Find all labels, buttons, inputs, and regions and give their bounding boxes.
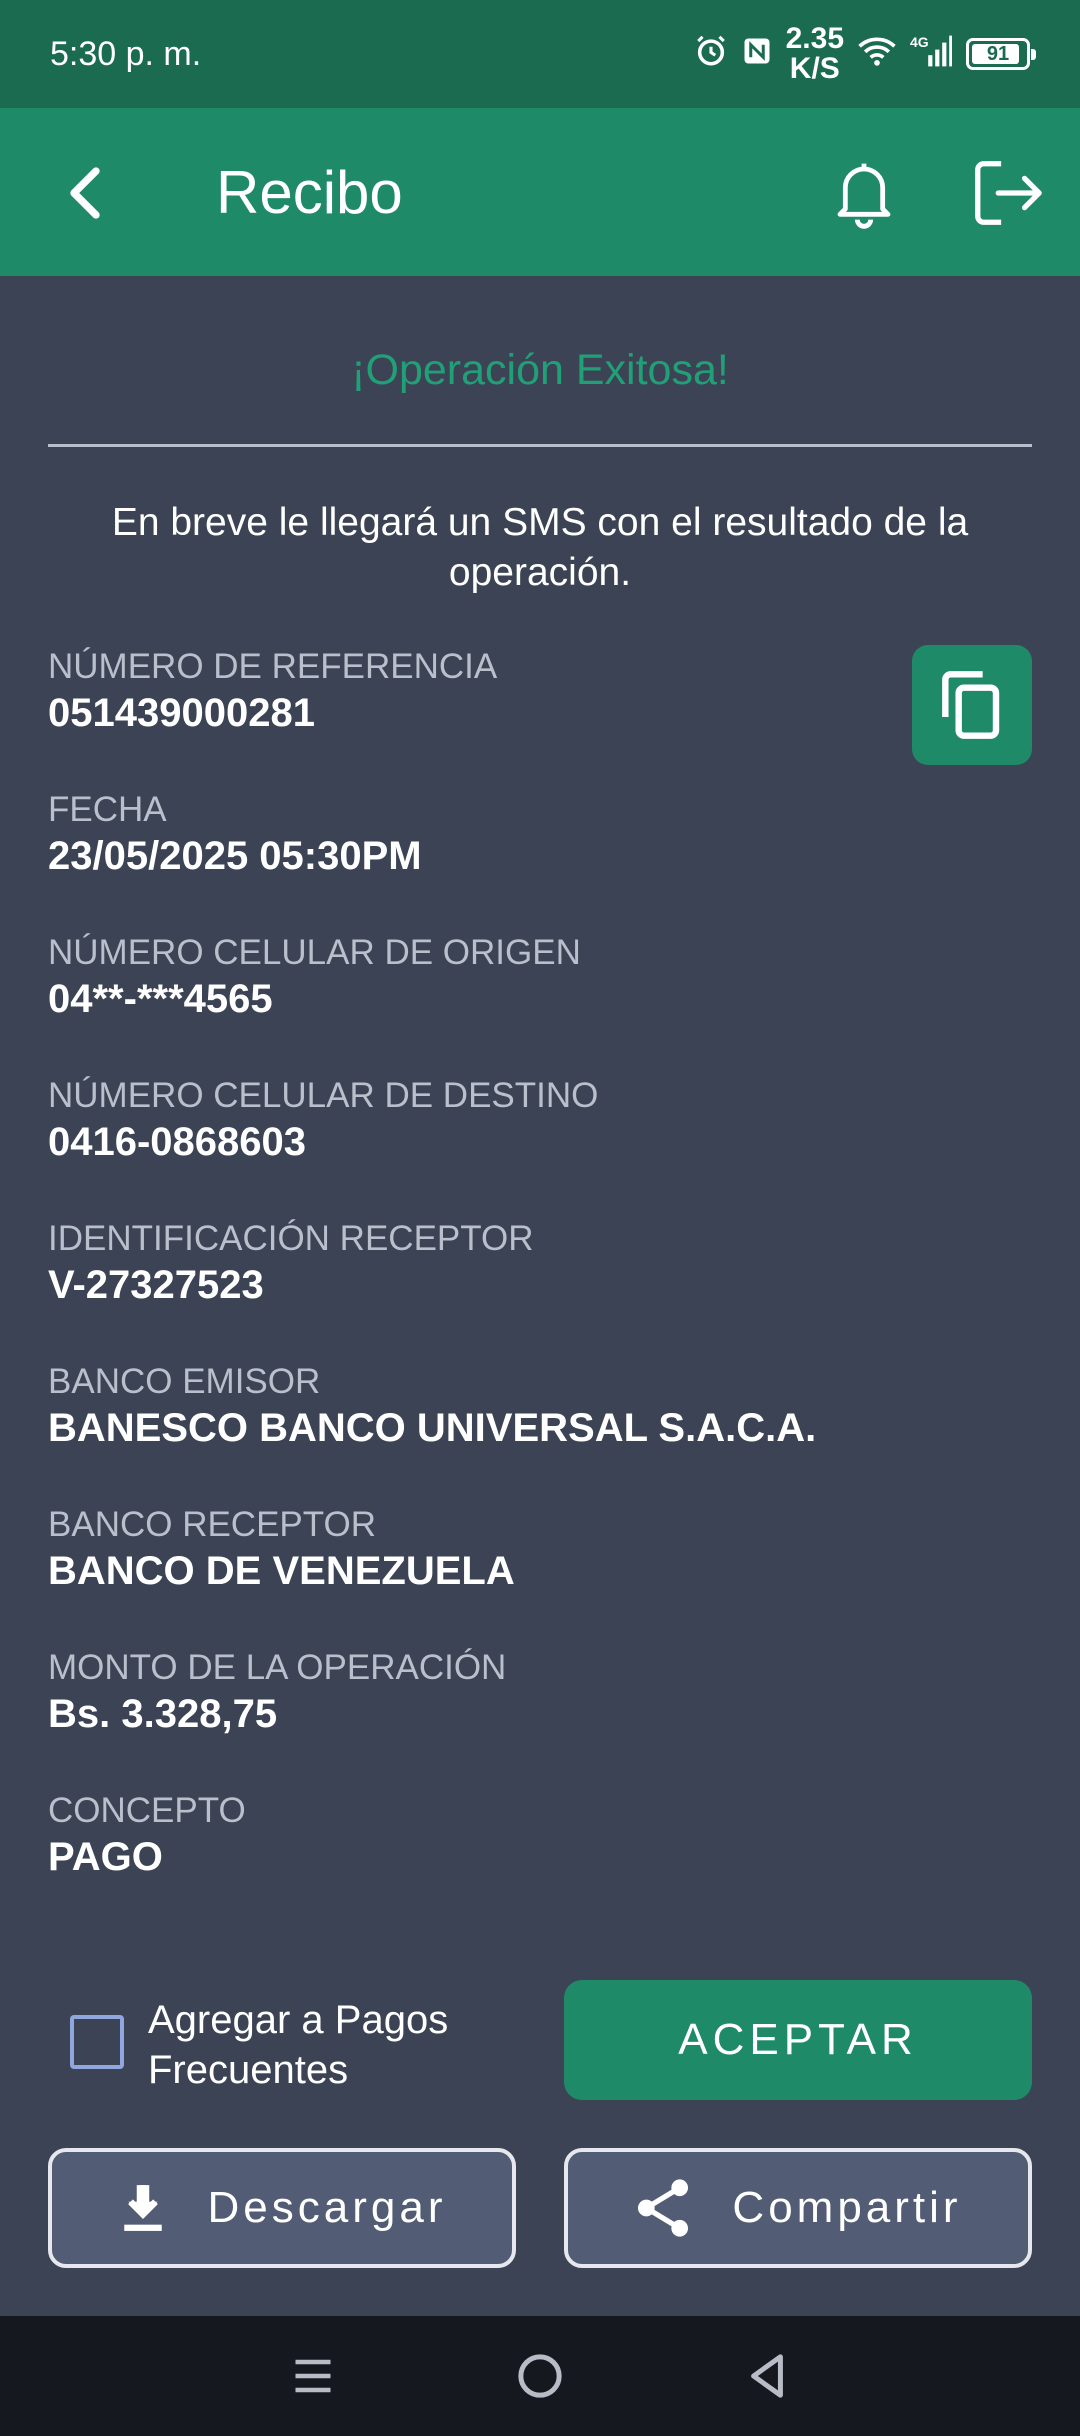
copy-icon (942, 671, 1000, 739)
field-value: 04**-***4565 (48, 977, 273, 1021)
signal-icon: 4G (910, 34, 952, 74)
notifications-button[interactable] (826, 153, 902, 233)
field-label: CONCEPTO (48, 1791, 246, 1830)
field-reference: NÚMERO DE REFERENCIA 051439000281 (48, 646, 1032, 738)
alarm-icon (694, 34, 728, 74)
system-back-button[interactable] (737, 2346, 797, 2406)
share-icon (638, 2179, 689, 2237)
status-time: 5:30 p. m. (50, 34, 202, 73)
frequent-payments-row[interactable]: Agregar a Pagos Frecuentes (70, 1995, 478, 2095)
sms-note: En breve le llegará un SMS con el result… (111, 501, 969, 594)
field-label: NÚMERO DE REFERENCIA (48, 647, 498, 686)
app-bar: Recibo (0, 108, 1080, 276)
field-destination-phone: NÚMERO CELULAR DE DESTINO 0416-0868603 (48, 1075, 1032, 1167)
status-bar: 5:30 p. m. 2.35 K/S 4G 91 (0, 0, 1080, 108)
field-receiver-id: IDENTIFICACIÓN RECEPTOR V-27327523 (48, 1218, 1032, 1310)
status-icons: 2.35 K/S 4G 91 (694, 22, 1036, 85)
nfc-icon (742, 35, 772, 73)
system-nav-bar (0, 2316, 1080, 2436)
field-value: Bs. 3.328,75 (48, 1692, 278, 1736)
field-value: V-27327523 (48, 1263, 264, 1307)
share-button[interactable]: Compartir (564, 2148, 1032, 2268)
field-label: NÚMERO CELULAR DE DESTINO (48, 1076, 599, 1115)
field-label: NÚMERO CELULAR DE ORIGEN (48, 933, 581, 972)
field-date: FECHA 23/05/2025 05:30PM (48, 789, 1032, 881)
download-icon (123, 2185, 162, 2231)
frequent-payments-checkbox[interactable] (70, 2015, 124, 2069)
download-label: Descargar (207, 2183, 447, 2232)
recent-apps-button[interactable] (283, 2346, 343, 2406)
home-circle-icon (518, 2354, 562, 2398)
network-speed: 2.35 K/S (785, 22, 844, 85)
logout-icon (975, 161, 1042, 225)
field-label: MONTO DE LA OPERACIÓN (48, 1648, 507, 1687)
field-issuer-bank: BANCO EMISOR BANESCO BANCO UNIVERSAL S.A… (48, 1361, 1032, 1453)
field-amount: MONTO DE LA OPERACIÓN Bs. 3.328,75 (48, 1647, 1032, 1739)
field-label: BANCO EMISOR (48, 1362, 321, 1401)
home-button[interactable] (510, 2346, 570, 2406)
back-button[interactable] (55, 158, 115, 228)
field-receiver-bank: BANCO RECEPTOR BANCO DE VENEZUELA (48, 1504, 1032, 1596)
field-value: 23/05/2025 05:30PM (48, 834, 422, 878)
field-label: BANCO RECEPTOR (48, 1505, 377, 1544)
success-title: ¡Operación Exitosa! (351, 346, 729, 394)
field-value: 051439000281 (48, 691, 315, 735)
wifi-icon (858, 35, 896, 73)
field-concept: CONCEPTO PAGO (48, 1790, 1032, 1882)
field-origin-phone: NÚMERO CELULAR DE ORIGEN 04**-***4565 (48, 932, 1032, 1024)
share-label: Compartir (732, 2183, 962, 2232)
field-label: FECHA (48, 790, 167, 829)
page-title: Recibo (216, 159, 403, 226)
field-value: BANESCO BANCO UNIVERSAL S.A.C.A. (48, 1406, 817, 1450)
accept-button[interactable]: ACEPTAR (564, 1980, 1032, 2100)
divider (48, 444, 1032, 447)
field-value: PAGO (48, 1835, 163, 1879)
frequent-payments-label[interactable]: Agregar a Pagos Frecuentes (148, 1995, 478, 2095)
menu-icon (295, 2359, 331, 2393)
svg-text:4G: 4G (910, 34, 929, 50)
field-value: BANCO DE VENEZUELA (48, 1549, 515, 1593)
battery-icon: 91 (966, 38, 1036, 70)
back-triangle-icon (750, 2354, 783, 2398)
field-label: IDENTIFICACIÓN RECEPTOR (48, 1219, 534, 1258)
logout-button[interactable] (964, 153, 1050, 233)
field-value: 0416-0868603 (48, 1120, 307, 1164)
battery-level: 91 (986, 42, 1010, 65)
copy-button[interactable] (912, 645, 1032, 765)
bell-icon (837, 163, 891, 229)
back-arrow-icon (70, 167, 100, 219)
download-button[interactable]: Descargar (48, 2148, 516, 2268)
